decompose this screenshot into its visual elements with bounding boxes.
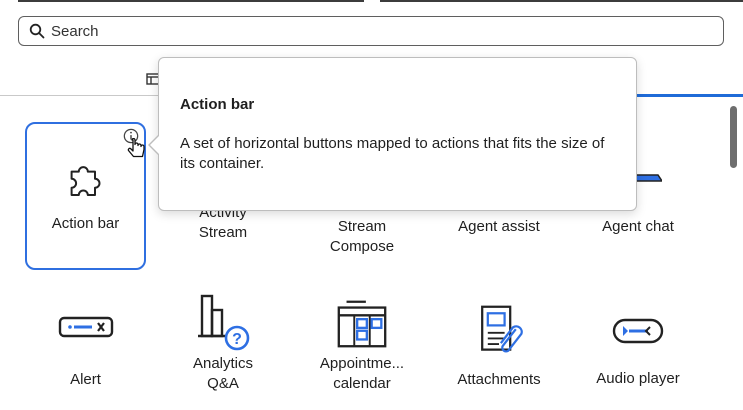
component-tile-attachments[interactable]: Attachments [440,304,558,390]
panel-top-edge [0,0,743,8]
tile-label: Agent assist [458,218,540,235]
tile-label: Alert [70,371,101,388]
tile-label: Agent chat [602,218,674,235]
component-tile-stream-compose[interactable]: Stream Compose [303,217,421,257]
tooltip-title: Action bar [180,96,255,113]
component-tile-analytics-qa[interactable]: ? Analytics Q&A [164,292,282,394]
svg-text:?: ? [232,331,242,348]
vertical-scrollbar[interactable] [727,100,739,410]
component-tile-alert[interactable]: Alert [25,310,146,390]
component-tile-audio-player[interactable]: Audio player [579,316,697,389]
tooltip-description: A set of horizontal buttons mapped to ac… [180,135,605,172]
tile-label: Attachments [457,371,541,388]
component-tile-appointment-calendar[interactable]: Appointme... calendar [303,298,421,394]
audio-player-icon [612,318,664,344]
analytics-qa-icon: ? [198,294,250,351]
tile-label: Stream Compose [329,218,395,255]
scrollbar-thumb[interactable] [730,106,737,168]
tile-label: Analytics Q&A [192,355,254,392]
component-tile-action-bar[interactable]: Action bar [25,122,146,270]
puzzle-piece-icon [70,166,100,196]
search-field[interactable] [18,16,724,46]
alert-icon [58,316,113,338]
component-tile-agent-assist[interactable]: Agent assist [440,217,558,237]
component-tooltip: Action bar A set of horizontal buttons m… [148,57,637,211]
search-icon [29,23,45,39]
attachments-icon [481,305,523,353]
tile-label: Action bar [51,215,120,232]
tile-label: Audio player [596,370,680,387]
active-tab-indicator [622,94,743,97]
tile-label: Appointme... calendar [319,355,405,392]
hand-cursor-icon [127,138,145,158]
appointment-calendar-icon [337,300,387,348]
component-tile-agent-chat[interactable]: Agent chat [579,217,697,237]
search-input[interactable] [51,22,651,40]
